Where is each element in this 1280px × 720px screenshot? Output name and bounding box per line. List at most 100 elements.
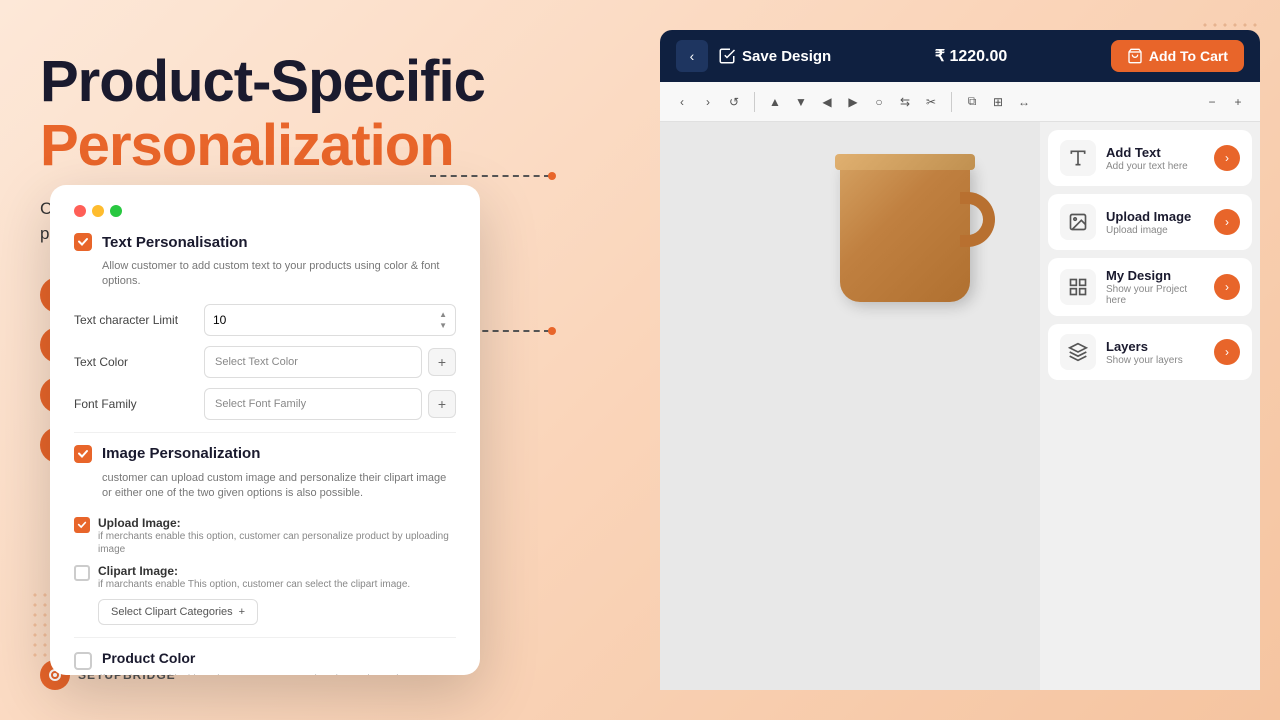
- settings-modal: Text Personalisation Allow customer to a…: [50, 185, 480, 675]
- layers-icon: [1060, 334, 1096, 370]
- toolbar-crop-icon[interactable]: ✂: [921, 92, 941, 112]
- font-family-row: Font Family Select Font Family +: [74, 388, 456, 420]
- top-bar-left: ‹ Save Design: [676, 40, 831, 72]
- upload-image-card[interactable]: Upload Image Upload image ›: [1048, 194, 1252, 250]
- my-design-arrow[interactable]: ›: [1214, 274, 1240, 300]
- layers-arrow[interactable]: ›: [1214, 339, 1240, 365]
- section-divider-1: [74, 432, 456, 433]
- hero-title-orange: Personalization: [40, 114, 490, 178]
- my-design-info: My Design Show your Project here: [1106, 268, 1204, 306]
- add-text-arrow[interactable]: ›: [1214, 145, 1240, 171]
- char-limit-value: 10: [213, 313, 226, 327]
- toolbar-circle-icon[interactable]: ○: [869, 92, 889, 112]
- product-color-section: Product Color if marchant enable this op…: [74, 650, 456, 675]
- text-color-label: Text Color: [74, 355, 204, 369]
- upload-image-info: Upload Image Upload image: [1106, 209, 1204, 236]
- toolbar-up-icon[interactable]: ▲: [765, 92, 785, 112]
- image-personalization-header: Image Personalization: [74, 445, 456, 463]
- my-design-card[interactable]: My Design Show your Project here ›: [1048, 258, 1252, 316]
- char-limit-label: Text character Limit: [74, 313, 204, 327]
- mug-rim: [835, 154, 975, 170]
- layers-card[interactable]: Layers Show your layers ›: [1048, 324, 1252, 380]
- toolbar-grid-icon[interactable]: ⊞: [988, 92, 1008, 112]
- toolbar-back-icon[interactable]: ‹: [672, 92, 692, 112]
- font-family-add-button[interactable]: +: [428, 390, 456, 418]
- section-divider-2: [74, 637, 456, 638]
- my-design-subtitle: Show your Project here: [1106, 284, 1204, 306]
- canvas-area: [660, 122, 1040, 690]
- text-personalization-title: Text Personalisation: [102, 234, 248, 251]
- tools-panel: Add Text Add your text here › Upload Ima…: [1040, 122, 1260, 690]
- text-color-row: Text Color Select Text Color +: [74, 346, 456, 378]
- toolbar-copy-icon[interactable]: ⧉: [962, 92, 982, 112]
- text-color-add-button[interactable]: +: [428, 348, 456, 376]
- maximize-dot[interactable]: [110, 205, 122, 217]
- toolbar-down-icon[interactable]: ▼: [791, 92, 811, 112]
- my-design-icon: [1060, 269, 1096, 305]
- add-text-icon: [1060, 140, 1096, 176]
- clipart-image-option-label: Clipart Image:: [98, 564, 410, 578]
- layers-title: Layers: [1106, 339, 1204, 354]
- connection-dot-2: [548, 327, 556, 335]
- select-clipart-button[interactable]: Select Clipart Categories +: [98, 599, 258, 625]
- window-controls: [74, 205, 456, 217]
- clipart-image-option: Clipart Image: if marchants enable This …: [74, 564, 456, 591]
- add-text-card[interactable]: Add Text Add your text here ›: [1048, 130, 1252, 186]
- product-color-title: Product Color: [102, 650, 195, 666]
- image-personalization-desc: customer can upload custom image and per…: [102, 471, 456, 502]
- spinner-arrows[interactable]: ▲ ▼: [439, 310, 447, 330]
- char-limit-input[interactable]: 10 ▲ ▼: [204, 304, 456, 336]
- toolbar-zoom-in-icon[interactable]: +: [1228, 92, 1248, 112]
- upload-image-icon: [1060, 204, 1096, 240]
- text-personalization-header: Text Personalisation: [74, 233, 456, 251]
- add-text-title: Add Text: [1106, 145, 1204, 160]
- toolbar-forward-icon[interactable]: ›: [698, 92, 718, 112]
- save-design-label: Save Design: [742, 48, 831, 65]
- mug-body: [840, 162, 970, 302]
- clipart-image-content: Clipart Image: if marchants enable This …: [98, 564, 410, 591]
- toolbar-zoom-out-icon[interactable]: −: [1202, 92, 1222, 112]
- select-clipart-label: Select Clipart Categories: [111, 606, 233, 618]
- hero-title-black: Product-Specific: [40, 50, 490, 114]
- upload-image-arrow[interactable]: ›: [1214, 209, 1240, 235]
- image-personalization-checkbox[interactable]: [74, 445, 92, 463]
- upload-image-checkbox[interactable]: [74, 517, 90, 533]
- product-color-checkbox[interactable]: [74, 652, 92, 670]
- upload-image-option-label: Upload Image:: [98, 516, 456, 530]
- clipart-image-checkbox[interactable]: [74, 565, 90, 581]
- save-icon: [718, 47, 736, 65]
- clipart-image-option-desc: if marchants enable This option, custome…: [98, 578, 410, 591]
- back-button[interactable]: ‹: [676, 40, 708, 72]
- layers-subtitle: Show your layers: [1106, 355, 1204, 366]
- toolbar-flip-icon[interactable]: ⇆: [895, 92, 915, 112]
- upload-image-option: Upload Image: if merchants enable this o…: [74, 516, 456, 556]
- top-bar: ‹ Save Design ₹ 1220.00 Add To Cart: [660, 30, 1260, 82]
- toolbar-separator-2: [951, 92, 952, 112]
- app-window: ‹ Save Design ₹ 1220.00 Add To Cart ‹ › …: [580, 30, 1260, 690]
- upload-image-subtitle: Upload image: [1106, 225, 1204, 236]
- product-color-desc: if marchant enable this option, customer…: [100, 674, 456, 675]
- toolbar-right-icon[interactable]: ▶: [843, 92, 863, 112]
- text-personalization-checkbox[interactable]: [74, 233, 92, 251]
- font-family-select-group: Select Font Family +: [204, 388, 456, 420]
- font-family-select[interactable]: Select Font Family: [204, 388, 422, 420]
- add-to-cart-button[interactable]: Add To Cart: [1111, 40, 1244, 72]
- minimize-dot[interactable]: [92, 205, 104, 217]
- toolbar-expand-icon[interactable]: ↔: [1014, 92, 1034, 112]
- product-color-header: Product Color: [74, 650, 456, 670]
- text-personalization-desc: Allow customer to add custom text to you…: [102, 259, 456, 290]
- cart-icon: [1127, 48, 1143, 64]
- toolbar-rotate-icon[interactable]: ↺: [724, 92, 744, 112]
- toolbar-left-icon[interactable]: ◀: [817, 92, 837, 112]
- select-clipart-plus: +: [239, 606, 245, 618]
- connection-line-1: [430, 175, 550, 177]
- price-display: ₹ 1220.00: [935, 46, 1007, 66]
- close-dot[interactable]: [74, 205, 86, 217]
- text-color-select[interactable]: Select Text Color: [204, 346, 422, 378]
- connection-dot-1: [548, 172, 556, 180]
- image-personalization-title: Image Personalization: [102, 445, 260, 462]
- save-design-button[interactable]: Save Design: [718, 47, 831, 65]
- toolbar-separator-1: [754, 92, 755, 112]
- upload-image-content: Upload Image: if merchants enable this o…: [98, 516, 456, 556]
- text-color-select-group: Select Text Color +: [204, 346, 456, 378]
